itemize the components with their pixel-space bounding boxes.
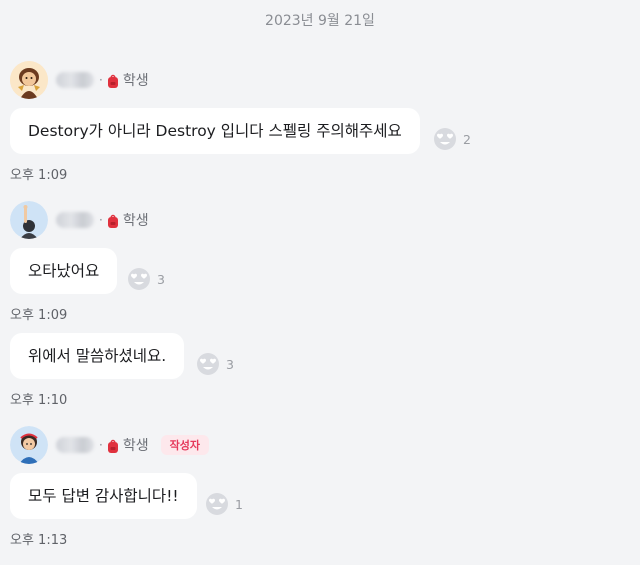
blurred-username bbox=[56, 72, 94, 88]
timestamp: 오후 1:10 bbox=[10, 393, 68, 408]
message-author: · 학생 bbox=[10, 201, 149, 239]
role-label: 학생 bbox=[122, 213, 149, 229]
blurred-username bbox=[56, 437, 94, 453]
heart-eyes-emoji-icon bbox=[434, 128, 456, 150]
separator-dot: · bbox=[99, 73, 103, 87]
timestamp: 오후 1:09 bbox=[10, 308, 68, 323]
separator-dot: · bbox=[99, 213, 103, 227]
heart-eyes-emoji-icon bbox=[128, 268, 150, 290]
reaction-count: 3 bbox=[157, 271, 165, 287]
heart-eyes-emoji-icon bbox=[206, 493, 228, 515]
author-badge: 작성자 bbox=[160, 435, 209, 455]
message-bubble[interactable]: 모두 답변 감사합니다!! bbox=[10, 473, 197, 519]
avatar[interactable] bbox=[10, 201, 48, 239]
timestamp: 오후 1:09 bbox=[10, 168, 68, 183]
message-bubble[interactable]: 위에서 말씀하셨네요. bbox=[10, 333, 185, 379]
message-author: · 학생 bbox=[10, 61, 149, 99]
red-backpack-icon bbox=[107, 73, 119, 88]
reaction-count: 2 bbox=[463, 131, 471, 147]
red-backpack-icon bbox=[107, 438, 119, 453]
message-bubble[interactable]: 오타났어요 bbox=[10, 248, 118, 294]
role-label: 학생 bbox=[122, 73, 149, 89]
reaction-button[interactable]: 1 bbox=[205, 491, 243, 517]
blurred-username bbox=[56, 212, 94, 228]
role-label: 학생 bbox=[122, 438, 149, 454]
avatar[interactable] bbox=[10, 61, 48, 99]
reaction-button[interactable]: 2 bbox=[433, 126, 471, 152]
heart-eyes-emoji-icon bbox=[197, 353, 219, 375]
reaction-button[interactable]: 3 bbox=[127, 266, 165, 292]
reaction-button[interactable]: 3 bbox=[196, 351, 234, 377]
reaction-count: 1 bbox=[235, 496, 243, 512]
avatar[interactable] bbox=[10, 426, 48, 464]
message-author: · 학생 작성자 bbox=[10, 426, 209, 464]
timestamp: 오후 1:13 bbox=[10, 533, 68, 548]
message-bubble[interactable]: Destory가 아니라 Destroy 입니다 스펠링 주의해주세요 bbox=[10, 108, 420, 154]
separator-dot: · bbox=[99, 438, 103, 452]
reaction-count: 3 bbox=[226, 356, 234, 372]
date-separator: 2023년 9월 21일 bbox=[265, 13, 375, 29]
red-backpack-icon bbox=[107, 213, 119, 228]
